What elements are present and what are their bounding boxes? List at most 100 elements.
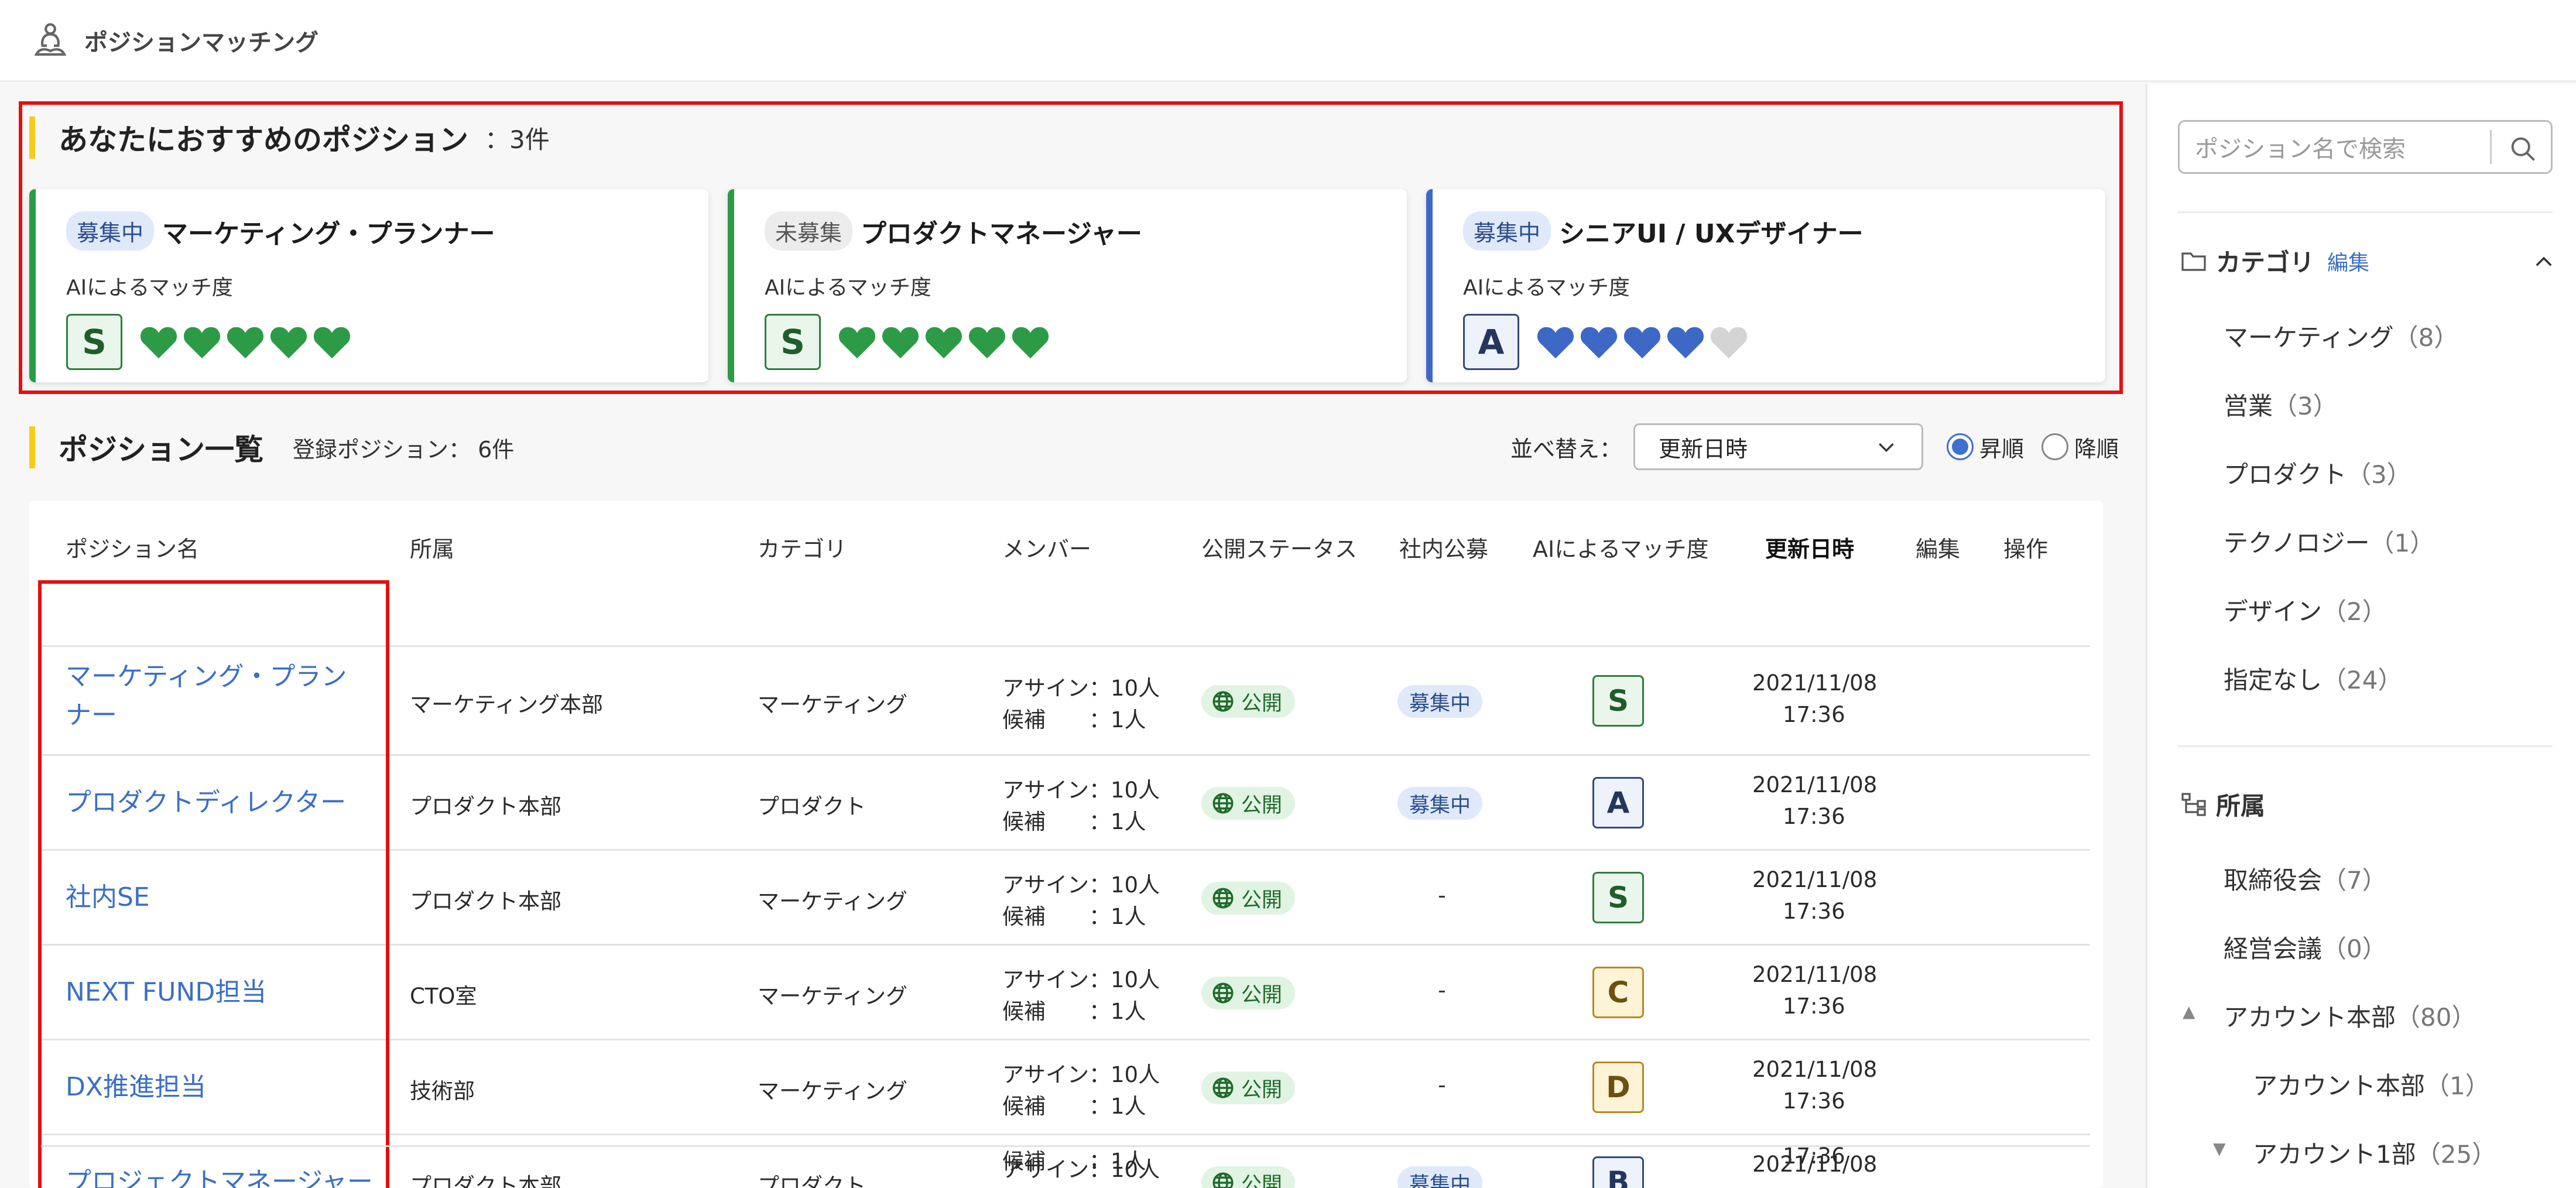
- heart-icon: [1667, 327, 1704, 359]
- public-status-label: 公開: [1241, 691, 1283, 715]
- category-item[interactable]: 指定なし（24）: [2224, 660, 2402, 696]
- row-divider: [41, 1145, 2090, 1147]
- triangle-down-icon[interactable]: ▼: [2213, 1139, 2226, 1158]
- main-area: あなたにおすすめのポジション ：3件 募集中 マーケティング・プランナー AIに…: [0, 84, 2146, 1188]
- public-status-label: 公開: [1241, 888, 1283, 912]
- globe-icon: [1212, 691, 1234, 712]
- category-edit-link[interactable]: 編集: [2327, 246, 2369, 276]
- recommended-header: あなたにおすすめのポジション ：3件: [29, 117, 550, 159]
- public-status-label: 公開: [1241, 1078, 1283, 1102]
- updated-date: 2021/11/08: [1752, 772, 1878, 797]
- category-label: テクノロジー: [2224, 529, 2370, 557]
- col-header-match[interactable]: AIによるマッチ度: [1533, 531, 1709, 563]
- chevron-up-icon[interactable]: [2532, 250, 2556, 275]
- triangle-up-icon[interactable]: ▲: [2183, 1002, 2195, 1021]
- col-header-dept[interactable]: 所属: [410, 531, 454, 563]
- match-grade: C: [1592, 967, 1644, 1018]
- col-header-action: 操作: [2003, 536, 2049, 562]
- position-name: プロダクトマネージャー: [861, 218, 1142, 249]
- updated-time: 17:36: [1783, 994, 1845, 1019]
- candidate-cell: 候補 ：1人: [1002, 1094, 1146, 1119]
- assign-cell: アサイン：10人: [1002, 872, 1160, 898]
- position-name: マーケティング・プランナー: [162, 218, 495, 249]
- section-marker: [29, 426, 35, 468]
- category-item[interactable]: テクノロジー（1）: [2224, 523, 2434, 559]
- position-name: シニアUI / UXデザイナー: [1559, 218, 1864, 249]
- match-grade: S: [765, 314, 821, 370]
- radio-desc[interactable]: 降順: [2041, 431, 2119, 463]
- recommended-card[interactable]: 募集中 シニアUI / UXデザイナー AIによるマッチ度 A: [1426, 189, 2105, 382]
- category-cell: マーケティング: [758, 1079, 908, 1104]
- category-count: （8）: [2393, 323, 2459, 352]
- radio-asc[interactable]: 昇順: [1947, 431, 2024, 463]
- col-header-member[interactable]: メンバー: [1002, 531, 1091, 563]
- assign-cell: アサイン：10人: [1002, 967, 1160, 992]
- col-header-category[interactable]: カテゴリ: [758, 531, 847, 563]
- org-label: アカウント本部: [2224, 1003, 2396, 1032]
- col-header-public[interactable]: 公開ステータス: [1201, 531, 1357, 563]
- heart-icon: [882, 327, 919, 359]
- recruit-badge: 募集中: [1397, 685, 1483, 718]
- org-item[interactable]: アカウント1部（25）: [2253, 1135, 2496, 1170]
- recommended-card[interactable]: 未募集 プロダクトマネージャー AIによるマッチ度 S: [728, 189, 1407, 382]
- category-count: （2）: [2322, 597, 2387, 626]
- col-header-edit: 編集: [1916, 536, 1961, 562]
- org-item[interactable]: 取締役会（7）: [2224, 861, 2387, 896]
- org-item[interactable]: アカウント本部（1）: [2253, 1066, 2490, 1102]
- sidebar-divider: [2178, 745, 2553, 747]
- org-header: 所属: [2180, 786, 2265, 822]
- globe-icon: [1212, 793, 1234, 814]
- heart-icon: [183, 327, 221, 359]
- col-header-name[interactable]: ポジション名: [66, 531, 199, 563]
- globe-icon: [1212, 1172, 1234, 1188]
- org-count: （25）: [2416, 1140, 2497, 1169]
- match-grade: S: [1592, 872, 1644, 923]
- category-label: デザイン: [2224, 597, 2322, 626]
- category-item[interactable]: マーケティング（8）: [2224, 318, 2458, 354]
- match-grade: B: [1592, 1156, 1644, 1188]
- search-placeholder: ポジション名で検索: [2195, 136, 2406, 163]
- org-item[interactable]: 経営会議（0）: [2224, 929, 2387, 965]
- public-status-badge: 公開: [1201, 787, 1296, 820]
- category-item[interactable]: デザイン（2）: [2224, 592, 2387, 628]
- updated-time: 17:36: [1783, 702, 1845, 727]
- updated-time: 17:36: [1783, 1144, 1845, 1169]
- org-title: 所属: [2216, 792, 2266, 820]
- filter-sidebar: ポジション名で検索 カテゴリ 編集 マーケティング（8） 営業（3） プロダクト…: [2146, 84, 2576, 1188]
- category-item[interactable]: 営業（3）: [2224, 386, 2338, 422]
- heart-icon: [968, 327, 1006, 359]
- org-count: （7）: [2322, 866, 2387, 895]
- col-header-recruit[interactable]: 社内公募: [1399, 531, 1488, 563]
- candidate-cell: 候補 ：1人: [1002, 707, 1146, 732]
- recruit-badge: 募集中: [1397, 787, 1483, 820]
- updated-time: 17:36: [1783, 899, 1845, 924]
- col-header-updated[interactable]: 更新日時: [1765, 531, 1854, 563]
- globe-icon: [1212, 888, 1234, 909]
- heart-icon: [270, 327, 307, 359]
- radio-button[interactable]: [2041, 433, 2069, 460]
- public-status-badge: 公開: [1201, 977, 1296, 1009]
- dept-cell: 技術部: [410, 1079, 475, 1104]
- status-badge: 募集中: [66, 211, 155, 251]
- globe-icon: [1212, 982, 1234, 1004]
- category-label: 指定なし: [2224, 666, 2322, 694]
- recruit-empty: -: [1438, 1072, 1446, 1098]
- match-label: AIによるマッチ度: [66, 276, 233, 300]
- recruit-empty: -: [1438, 882, 1446, 908]
- public-status-badge: 公開: [1201, 882, 1296, 915]
- category-cell: プロダクト: [758, 1173, 866, 1188]
- sort-select[interactable]: 更新日時: [1633, 423, 1924, 470]
- org-label: 取締役会: [2224, 866, 2322, 895]
- match-hearts: [837, 324, 1054, 360]
- search-icon[interactable]: [2508, 133, 2538, 164]
- org-label: 経営会議: [2224, 934, 2322, 963]
- recommended-card[interactable]: 募集中 マーケティング・プランナー AIによるマッチ度 S: [29, 189, 708, 382]
- search-input[interactable]: ポジション名で検索: [2178, 120, 2553, 174]
- org-item[interactable]: アカウント本部（80）: [2224, 998, 2476, 1033]
- updated-time: 17:36: [1783, 1088, 1845, 1114]
- radio-button-checked[interactable]: [1947, 433, 1974, 460]
- updated-date: 2021/11/08: [1752, 962, 1878, 987]
- category-item[interactable]: プロダクト（3）: [2224, 455, 2411, 491]
- registered-count: 登録ポジション： 6件: [293, 436, 515, 463]
- recruit-empty: -: [1438, 977, 1446, 1003]
